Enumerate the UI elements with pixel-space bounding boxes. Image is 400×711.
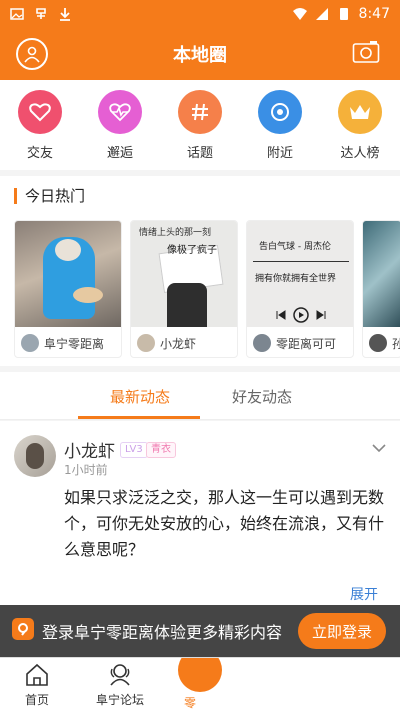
login-button[interactable]: 立即登录 — [298, 613, 386, 649]
download-icon — [60, 8, 70, 21]
nav-local-circle[interactable]: 零 — [170, 658, 230, 711]
category-label: 话题 — [186, 146, 213, 161]
category-row: 交友 邂逅 话题 附近 达人榜 — [0, 80, 400, 170]
page-title: 本地圈 — [173, 45, 227, 66]
card-caption-top: 情绪上头的那一刻 — [139, 228, 212, 238]
status-time: 8:47 — [358, 6, 390, 22]
post-username[interactable]: 小龙虾 — [64, 437, 115, 462]
hot-card-image — [363, 221, 400, 327]
avatar — [253, 334, 271, 352]
card-caption-top: 告白气球 - 周杰伦 — [259, 242, 331, 252]
forum-icon — [110, 664, 130, 686]
nav-forum[interactable]: 阜宁论坛 — [96, 662, 144, 708]
user-icon — [24, 46, 40, 63]
category-ranking[interactable]: 达人榜 — [325, 90, 395, 170]
tab-latest[interactable]: 最新动态 — [110, 386, 170, 407]
card-caption-main: 拥有你就拥有全世界 — [255, 274, 337, 284]
app-header: 本地圈 — [0, 28, 400, 80]
nav-home[interactable]: 首页 — [24, 662, 50, 708]
category-friends[interactable]: 交友 — [5, 90, 75, 170]
user-avatar-button[interactable] — [16, 38, 48, 70]
nav-center-bubble — [178, 658, 222, 692]
hot-card-image: 告白气球 - 周杰伦 拥有你就拥有全世界 — [247, 221, 353, 327]
post-card: 小龙虾 LV3 青衣 1小时前 如果只求泛泛之交，那人这一生可以遇到无数个，可你… — [0, 421, 400, 605]
avatar — [369, 334, 387, 352]
app-logo-icon — [12, 618, 34, 640]
hot-cards: 阜宁零距离 情绪上头的那一刻 像极了疯子 小龙虾 告白气球 - 周杰伦 拥有你就… — [14, 220, 400, 358]
bottom-nav: 首页 阜宁论坛 零 — [0, 657, 400, 711]
camera-icon[interactable] — [352, 40, 380, 64]
tab-friends[interactable]: 好友动态 — [232, 386, 292, 407]
crown-icon — [338, 90, 382, 134]
hot-card[interactable]: 阜宁零距离 — [14, 220, 122, 358]
post-content: 如果只求泛泛之交，那人这一生可以遇到无数个，可你无处安放的心，始终在流浪，又有什… — [64, 488, 385, 559]
category-label: 邂逅 — [106, 146, 133, 161]
app-notification-icon — [36, 8, 46, 19]
card-caption-main: 像极了疯子 — [167, 245, 217, 256]
hot-card-image: 情绪上头的那一刻 像极了疯子 — [131, 221, 237, 327]
expand-link[interactable]: 展开 — [350, 584, 378, 604]
category-encounter[interactable]: 邂逅 — [85, 90, 155, 170]
heart-icon — [18, 90, 62, 134]
hot-card-user: 阜宁零距离 — [44, 336, 105, 351]
hot-card[interactable]: 情绪上头的那一刻 像极了疯子 小龙虾 — [130, 220, 238, 358]
location-icon — [258, 90, 302, 134]
nav-label: 阜宁论坛 — [96, 693, 145, 707]
avatar — [137, 334, 155, 352]
feed-tabs: 最新动态 好友动态 — [0, 372, 400, 420]
category-label: 达人榜 — [340, 146, 380, 161]
nav-label: 零 — [184, 696, 197, 710]
home-icon — [26, 663, 48, 686]
category-label: 附近 — [266, 146, 293, 161]
title-badge: 青衣 — [146, 442, 176, 458]
category-label: 交友 — [26, 146, 53, 161]
hot-section: 今日热门 阜宁零距离 情绪上头的那一刻 像极了疯子 小龙虾 告白气球 - 周杰伦… — [0, 176, 400, 366]
battery-icon — [339, 8, 348, 20]
wifi-icon — [292, 8, 307, 20]
category-topics[interactable]: 话题 — [165, 90, 235, 170]
chevron-down-icon[interactable] — [372, 443, 386, 453]
avatar[interactable] — [14, 435, 56, 477]
hot-card-user: 孙 — [392, 335, 400, 352]
hot-card-user: 零距离可可 — [276, 336, 337, 351]
avatar — [21, 334, 39, 352]
login-banner: 登录阜宁零距离体验更多精彩内容 立即登录 — [0, 605, 400, 657]
login-banner-text: 登录阜宁零距离体验更多精彩内容 — [42, 623, 283, 642]
signal-icon — [315, 8, 328, 20]
play-icon — [276, 307, 326, 323]
nav-label: 首页 — [24, 693, 49, 707]
hot-card[interactable]: 孙 — [362, 220, 400, 358]
section-title: 今日热门 — [14, 188, 85, 204]
hot-card-user: 小龙虾 — [160, 336, 197, 351]
level-badge: LV3 — [120, 442, 148, 458]
hot-card-image — [15, 221, 121, 327]
heartbeat-icon — [98, 90, 142, 134]
hash-icon — [178, 90, 222, 134]
hot-card[interactable]: 告白气球 - 周杰伦 拥有你就拥有全世界 零距离可可 — [246, 220, 354, 358]
active-tab-indicator — [78, 416, 200, 419]
post-time: 1小时前 — [64, 463, 108, 477]
status-bar: 8:47 — [0, 0, 400, 28]
image-notification-icon — [10, 8, 24, 20]
category-nearby[interactable]: 附近 — [245, 90, 315, 170]
